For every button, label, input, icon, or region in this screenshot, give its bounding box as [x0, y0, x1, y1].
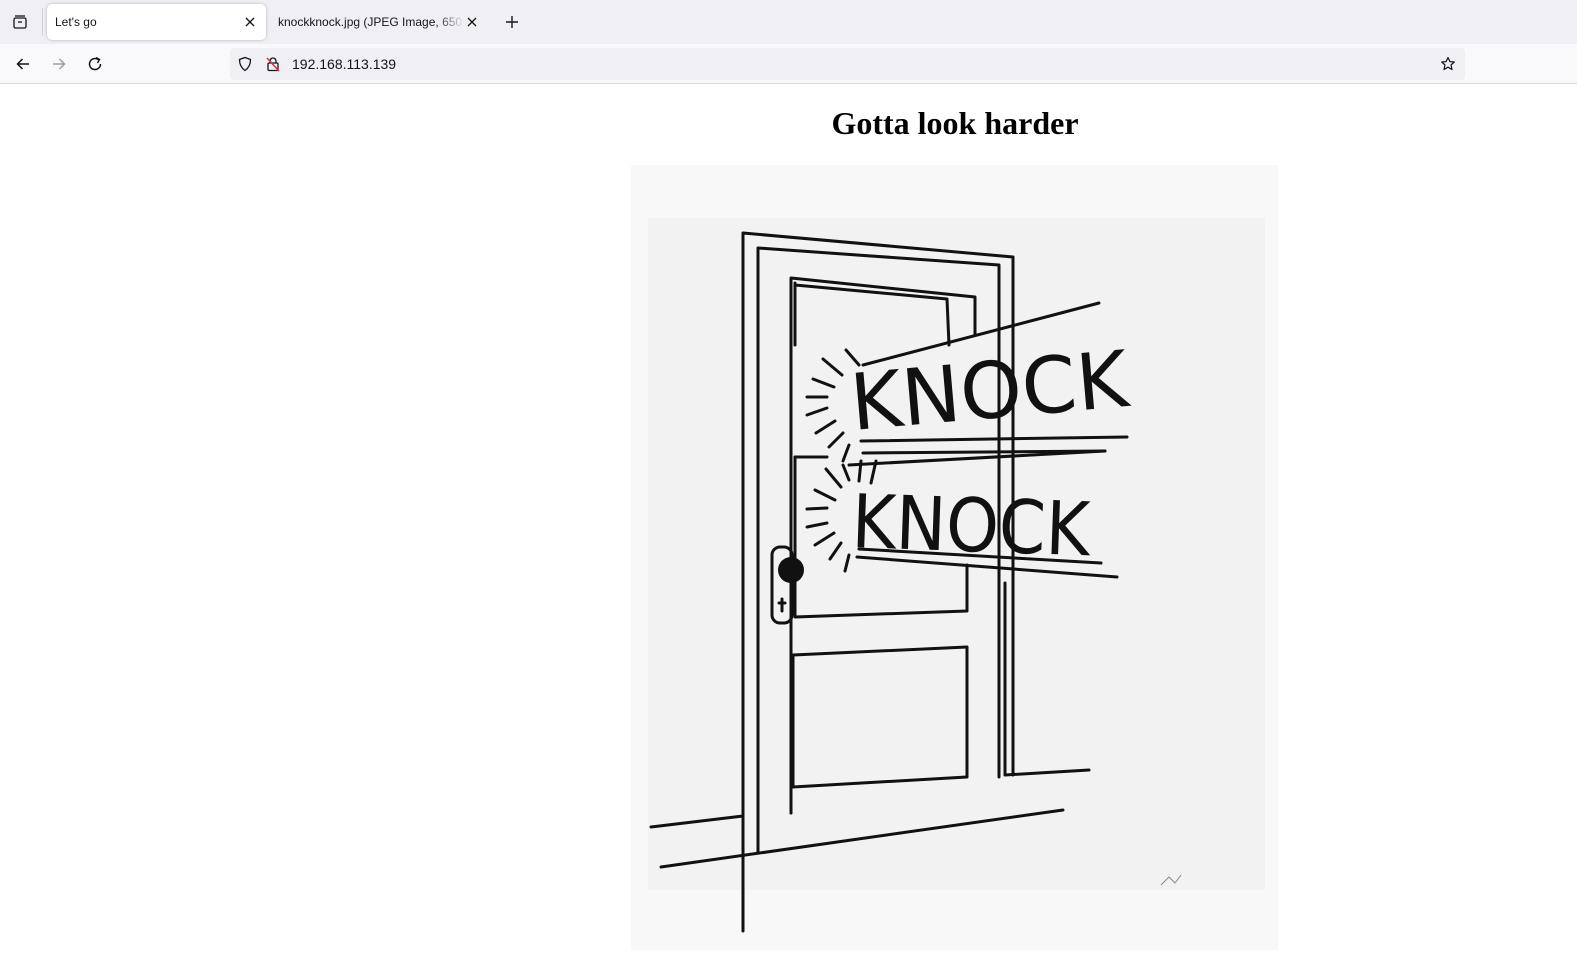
tab-separator: [42, 8, 43, 36]
tab-title: knockknock.jpg (JPEG Image, 650 × 750 pi…: [278, 15, 464, 29]
close-icon[interactable]: [464, 14, 480, 30]
insecure-lock-icon[interactable]: [265, 56, 281, 72]
page-content: Gotta look harder KNOCK KNOCK: [0, 85, 1577, 961]
address-bar[interactable]: 192.168.113.139: [230, 48, 1465, 80]
back-arrow-icon[interactable]: [11, 52, 35, 76]
url-text[interactable]: 192.168.113.139: [292, 56, 396, 72]
tab-knockknock-jpg[interactable]: knockknock.jpg (JPEG Image, 650 × 750 pi…: [270, 4, 488, 40]
tab-title: Let's go: [55, 15, 97, 29]
tab-lets-go[interactable]: Let's go: [47, 4, 266, 40]
reload-icon[interactable]: [83, 52, 107, 76]
tab-list-icon[interactable]: [8, 10, 32, 34]
shield-icon[interactable]: [237, 56, 253, 72]
forward-arrow-icon[interactable]: [47, 52, 71, 76]
knock-word-lower: KNOCK: [850, 479, 1093, 573]
page-heading: Gotta look harder: [831, 105, 1079, 141]
close-icon[interactable]: [242, 14, 258, 30]
star-icon[interactable]: [1440, 56, 1456, 72]
tab-strip: Let's go knockknock.jpg (JPEG Image, 650…: [0, 0, 1577, 44]
navigation-toolbar: 192.168.113.139: [0, 44, 1577, 84]
knock-knock-image: KNOCK KNOCK: [631, 165, 1278, 950]
plus-icon[interactable]: [500, 10, 524, 34]
